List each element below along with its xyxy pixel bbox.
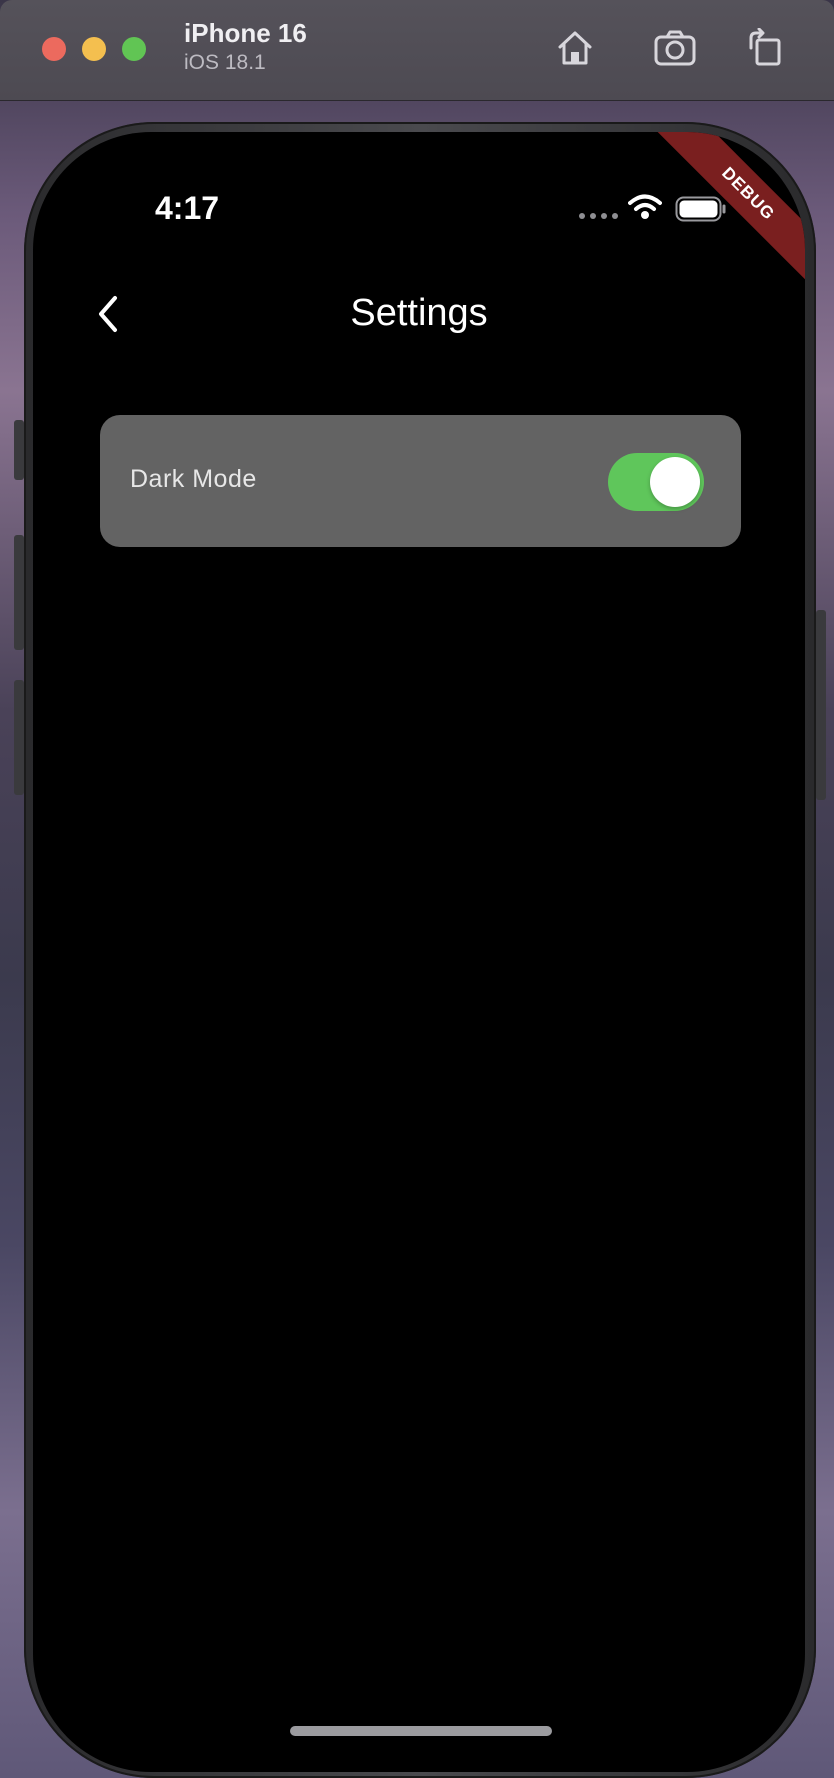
settings-row-dark-mode[interactable]: Dark Mode	[100, 415, 741, 547]
rotate-button[interactable]	[741, 24, 789, 72]
device-name: iPhone 16	[184, 18, 307, 48]
dark-mode-label: Dark Mode	[130, 465, 257, 493]
action-button[interactable]	[14, 420, 24, 480]
simulator-title-bar: iPhone 16 iOS 18.1	[0, 0, 834, 101]
close-window-button[interactable]	[42, 37, 66, 61]
minimize-window-button[interactable]	[82, 37, 106, 61]
cellular-dots-icon	[579, 213, 618, 219]
screenshot-button[interactable]	[651, 24, 699, 72]
phone-screen: 4:17 DEBUG Settings Dark Mode	[33, 132, 805, 1772]
rotate-icon	[749, 28, 781, 66]
camera-icon	[654, 30, 696, 66]
home-icon	[558, 31, 592, 65]
home-button[interactable]	[551, 24, 599, 72]
zoom-window-button[interactable]	[122, 37, 146, 61]
battery-icon	[675, 196, 726, 222]
status-time: 4:17	[155, 190, 220, 226]
os-version: iOS 18.1	[184, 51, 266, 74]
power-button[interactable]	[816, 610, 826, 800]
home-indicator[interactable]	[290, 1726, 552, 1736]
volume-down-button[interactable]	[14, 680, 24, 795]
wifi-icon	[628, 194, 662, 219]
page-title: Settings	[350, 292, 488, 334]
volume-up-button[interactable]	[14, 535, 24, 650]
dark-mode-toggle[interactable]	[608, 453, 704, 511]
toggle-knob	[650, 457, 700, 507]
